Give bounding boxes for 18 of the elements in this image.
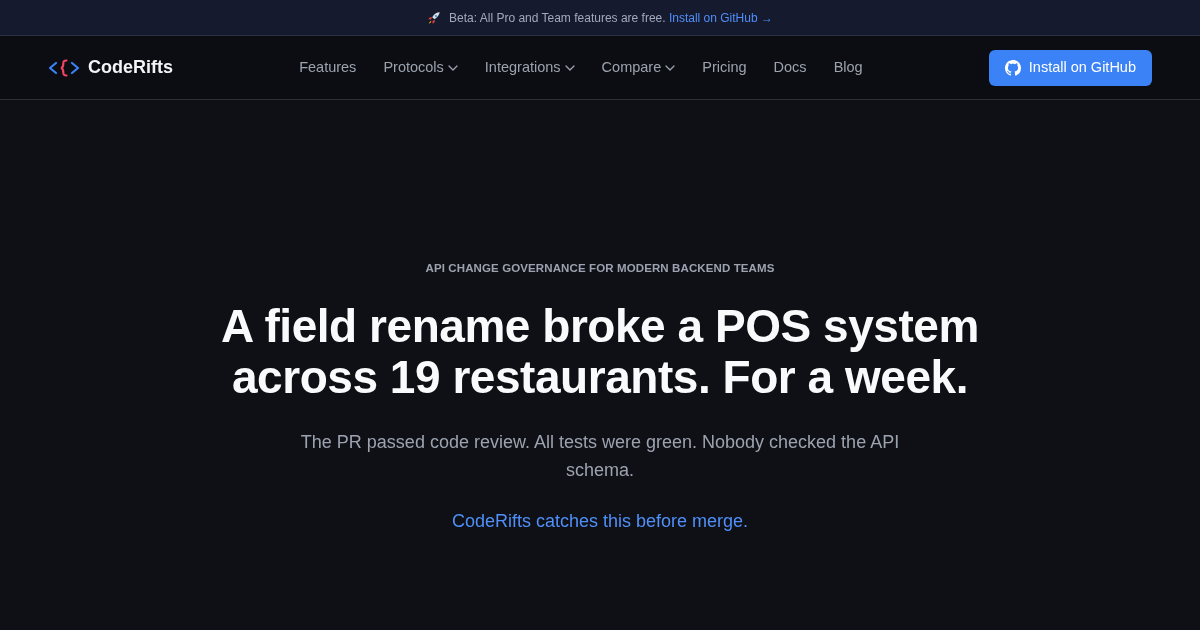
install-button[interactable]: Install on GitHub (988, 49, 1152, 86)
nav-link[interactable]: Blog (833, 52, 863, 83)
announcement-text: Beta: All Pro and Team features are free. Install on GitHub → (449, 9, 773, 27)
nav-link[interactable]: Features (299, 52, 357, 83)
nav-link[interactable]: Pricing (702, 52, 747, 83)
nav-dropdown[interactable]: Compare (601, 52, 676, 83)
nav-dropdown[interactable]: Protocols (383, 52, 458, 83)
brand-name[interactable]: CodeRifts (88, 54, 173, 81)
nav-link[interactable]: Docs (773, 52, 807, 83)
highlight-text: CodeRifts catches this before merge. (451, 510, 749, 534)
rocket-icon (427, 10, 441, 25)
hero-subtitle: The PR passed code review. All tests were green. Nobody checked the API schema. (299, 431, 901, 483)
eyebrow-text: API CHANGE GOVERNANCE FOR MODERN BACKEND TEAMS (425, 261, 775, 276)
nav-dropdown[interactable]: Integrations (484, 52, 575, 83)
hero-headline: A field rename broke a POS system across 19 restaurants. For a week. (220, 301, 980, 404)
install-link[interactable]: Install on GitHub → (668, 10, 773, 25)
logo-icon[interactable] (48, 58, 80, 77)
github-icon (1004, 59, 1021, 76)
